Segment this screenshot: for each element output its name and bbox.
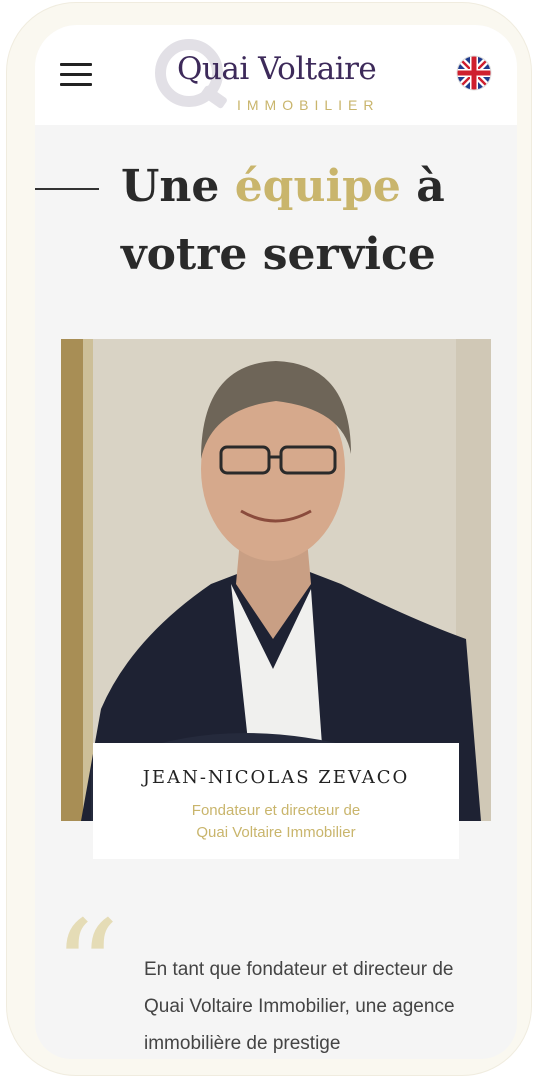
page-title: Une équipe à votre service bbox=[121, 153, 481, 289]
member-role-line1: Fondateur et directeur de bbox=[191, 802, 361, 819]
title-part1: Une bbox=[121, 161, 235, 212]
screen: Quai Voltaire IMMOBILIER Une équipe à vo… bbox=[35, 25, 517, 1059]
member-role: Fondateur et directeur de Quai Voltaire … bbox=[93, 800, 459, 844]
logo-name: Quai Voltaire bbox=[177, 51, 377, 87]
logo-subtitle: IMMOBILIER bbox=[237, 97, 380, 113]
phone-frame: Quai Voltaire IMMOBILIER Une équipe à vo… bbox=[6, 2, 532, 1076]
title-accent: équipe bbox=[234, 161, 401, 212]
brand-logo[interactable]: Quai Voltaire IMMOBILIER bbox=[155, 35, 405, 119]
quote-text: En tant que fondateur et directeur de Qu… bbox=[144, 959, 455, 1054]
quote-mark-icon: “ bbox=[53, 892, 120, 1044]
hamburger-menu-icon[interactable] bbox=[60, 63, 92, 87]
member-caption: JEAN-NICOLAS ZEVACO Fondateur et directe… bbox=[93, 743, 459, 859]
member-role-line2: Quai Voltaire Immobilier bbox=[196, 824, 356, 841]
title-decorative-line bbox=[35, 188, 99, 190]
uk-flag-icon[interactable] bbox=[456, 55, 492, 91]
member-name: JEAN-NICOLAS ZEVACO bbox=[142, 767, 410, 788]
site-header: Quai Voltaire IMMOBILIER bbox=[35, 25, 517, 125]
